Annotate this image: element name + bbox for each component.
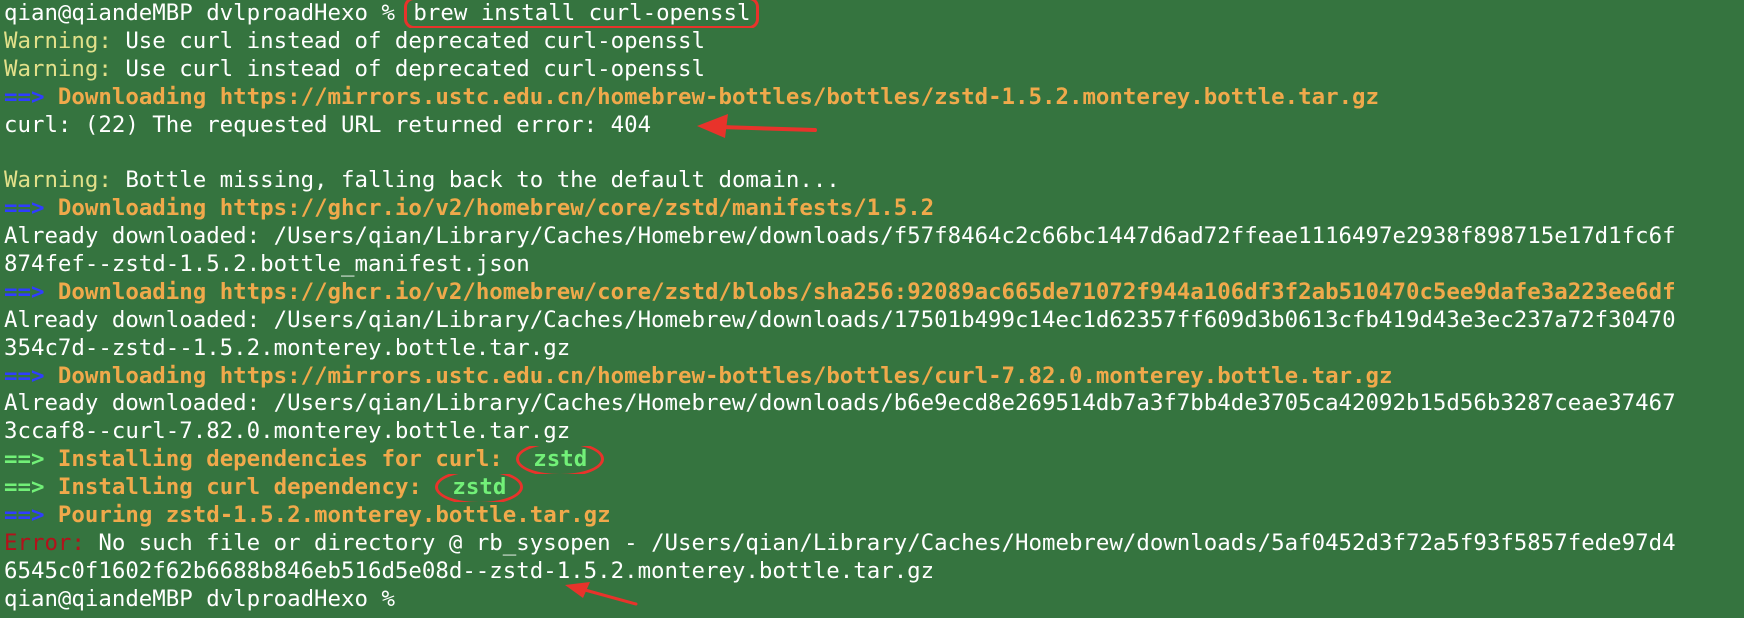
download-url: https://ghcr.io/v2/homebrew/core/zstd/ma… [219,195,935,222]
installing-dep-line: ==> Installing curl dependency: zstd [4,474,1744,503]
downloading-label: Downloading [44,83,220,110]
warning-label: Warning: [4,167,112,194]
download-line: ==> Downloading https://mirrors.ustc.edu… [4,84,1744,112]
warning-label: Warning: [4,27,112,54]
command-line: qian@qiandeMBP dvlproadHexo % brew insta… [4,0,1744,28]
arrow-marker: ==> [4,502,45,529]
final-prompt-line[interactable]: qian@qiandeMBP dvlproadHexo % [4,586,1744,614]
warning-message: Use curl instead of deprecated curl-open… [111,27,705,54]
arrow-marker: ==> [4,446,45,473]
warning-message: Use curl instead of deprecated curl-open… [111,55,705,82]
download-line: ==> Downloading https://ghcr.io/v2/homeb… [4,279,1744,307]
downloading-label: Downloading [44,278,220,305]
error-line: Error: No such file or directory @ rb_sy… [4,530,1744,558]
command-text: brew install curl-openssl [413,0,751,26]
warning-line: Warning: Use curl instead of deprecated … [4,56,1744,84]
download-url: https://ghcr.io/v2/homebrew/core/zstd/bl… [219,278,1676,305]
warning-label: Warning: [4,55,112,82]
command-highlight-box: brew install curl-openssl [404,0,760,28]
arrow-marker: ==> [4,83,45,110]
installing-deps-label: Installing dependencies for curl: [44,446,517,473]
terminal-window[interactable]: qian@qiandeMBP dvlproadHexo % brew insta… [0,0,1744,618]
zstd-package-name: zstd [452,474,507,501]
pouring-line: ==> Pouring zstd-1.5.2.monterey.bottle.t… [4,502,1744,530]
arrow-marker: ==> [4,278,45,305]
shell-prompt: qian@qiandeMBP dvlproadHexo % [4,0,409,26]
error-line-continued: 6545c0f1602f62b6688b846eb516d5e08d--zstd… [4,557,935,584]
zstd-highlight-ellipse: zstd [435,474,524,503]
zstd-highlight-ellipse: zstd [516,446,605,475]
output-line: 354c7d--zstd--1.5.2.monterey.bottle.tar.… [4,334,571,361]
curl-error-line: curl: (22) The requested URL returned er… [4,112,1744,140]
warning-message: Bottle missing, falling back to the defa… [111,167,840,194]
warning-line: Warning: Bottle missing, falling back to… [4,167,1744,195]
download-line: ==> Downloading https://mirrors.ustc.edu… [4,363,1744,391]
downloading-label: Downloading [44,195,220,222]
arrow-marker: ==> [4,474,45,501]
download-url: https://mirrors.ustc.edu.cn/homebrew-bot… [219,362,1393,389]
arrow-marker: ==> [4,362,45,389]
output-line: Already downloaded: /Users/qian/Library/… [4,306,1676,333]
error-label: Error: [4,529,85,556]
download-line: ==> Downloading https://ghcr.io/v2/homeb… [4,195,1744,223]
pouring-text: Pouring zstd-1.5.2.monterey.bottle.tar.g… [44,502,611,529]
arrow-marker: ==> [4,195,45,222]
download-url: https://mirrors.ustc.edu.cn/homebrew-bot… [219,83,1380,110]
installing-deps-line: ==> Installing dependencies for curl: zs… [4,446,1744,475]
error-message: No such file or directory @ rb_sysopen -… [84,529,1676,556]
curl-error-text: curl: (22) The requested URL returned er… [4,111,652,138]
output-line: 874fef--zstd-1.5.2.bottle_manifest.json [4,251,530,278]
zstd-package-name: zstd [533,446,588,473]
output-line: Already downloaded: /Users/qian/Library/… [4,390,1676,417]
shell-prompt: qian@qiandeMBP dvlproadHexo % [4,585,409,612]
installing-dep-label: Installing curl dependency: [44,474,436,501]
downloading-label: Downloading [44,362,220,389]
output-line: Already downloaded: /Users/qian/Library/… [4,223,1676,250]
warning-line: Warning: Use curl instead of deprecated … [4,28,1744,56]
output-line: 3ccaf8--curl-7.82.0.monterey.bottle.tar.… [4,418,571,445]
